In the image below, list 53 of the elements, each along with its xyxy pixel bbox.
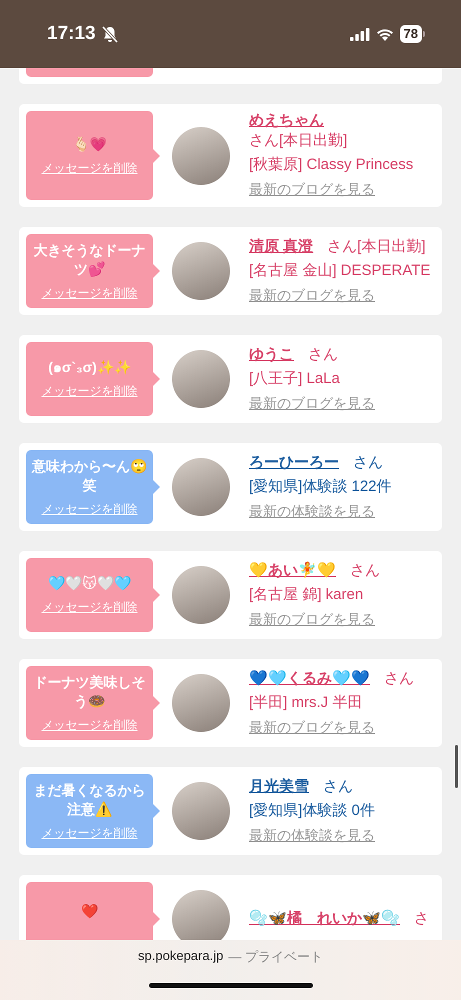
- message-text: まだ暑くなるから注意⚠: [32, 780, 146, 818]
- latest-posts-link[interactable]: 最新の体験談を見る: [249, 826, 375, 842]
- honorific-text: さん: [308, 344, 338, 364]
- profile-name-link[interactable]: 月光美雪: [249, 776, 309, 796]
- scrollbar: [455, 745, 458, 788]
- honorific-text: さん: [353, 452, 383, 472]
- honorific-text: さん[本日出勤]: [249, 131, 348, 151]
- delete-message-link[interactable]: メッセージを削除: [42, 599, 138, 616]
- shop-info-text: [半田] mrs.J 半田: [249, 692, 364, 712]
- battery-level: 78: [400, 25, 422, 43]
- domain-text[interactable]: sp.pokepara.jp: [138, 948, 224, 966]
- latest-posts-link[interactable]: 最新のブログを見る: [249, 394, 375, 410]
- profile-name-link[interactable]: 💛あい🧚💛: [249, 560, 336, 580]
- message-text: 意味わから〜ん🙄笑: [30, 456, 148, 494]
- message-text: 大きそうなドーナツ💕: [32, 240, 146, 278]
- profile-name-link[interactable]: 💙🩵くるみ🩵💙: [249, 668, 370, 688]
- latest-posts-link[interactable]: 最新のブログを見る: [249, 286, 375, 302]
- profile-name-link[interactable]: 清原 真澄: [249, 236, 314, 256]
- signal-icon: [350, 28, 370, 40]
- message-text: ドーナツ美味しそう🍩: [32, 672, 146, 710]
- clock-time: 17:13: [47, 23, 96, 45]
- delete-message-link[interactable]: メッセージを削除: [42, 284, 138, 302]
- message-text: 🫰🏻💗: [72, 134, 106, 154]
- message-text: 🩵🤍😽🤍🩵: [48, 574, 131, 593]
- honorific-text: さん: [384, 668, 414, 688]
- honorific-text: さ: [414, 909, 429, 929]
- private-mode-text: — プライベート: [228, 948, 323, 966]
- latest-posts-link[interactable]: 最新のブログを見る: [249, 610, 375, 626]
- message-text: (๑σ`₃σ)✨✨: [48, 358, 131, 377]
- honorific-text: さん: [323, 776, 353, 796]
- profile-name-link[interactable]: めえちゃん: [249, 111, 324, 131]
- delete-message-link[interactable]: メッセージを削除: [42, 716, 138, 734]
- latest-posts-link[interactable]: 最新のブログを見る: [249, 181, 375, 197]
- profile-name-link[interactable]: ゆうこ: [249, 344, 294, 364]
- delete-message-link[interactable]: メッセージを削除: [42, 383, 138, 400]
- honorific-text: さん[本日出勤]: [327, 236, 426, 256]
- message-text: ❤: [81, 902, 98, 921]
- shop-info-text: [愛知県]体験談 122件: [249, 476, 393, 496]
- honorific-text: さん: [350, 560, 380, 580]
- delete-message-link[interactable]: メッセージを削除: [42, 160, 138, 176]
- shop-info-text: [名古屋 錦] karen: [249, 584, 364, 604]
- wifi-icon: [376, 28, 394, 40]
- profile-name-link[interactable]: ろーひーろー: [249, 452, 339, 472]
- latest-posts-link[interactable]: 最新の体験談を見る: [249, 502, 375, 518]
- shop-info-text: [秋葉原] Classy Princess: [249, 155, 414, 175]
- profile-name-link[interactable]: 🫧🦋橘 れいか🦋🫧: [249, 909, 400, 929]
- delete-message-link[interactable]: メッセージを削除: [42, 500, 138, 518]
- bell-slash-icon: [102, 26, 118, 42]
- delete-message-link[interactable]: メッセージを削除: [42, 824, 138, 842]
- latest-posts-link[interactable]: 最新のブログを見る: [249, 718, 375, 734]
- shop-info-text: [名古屋 金山] DESPERATE: [249, 260, 431, 280]
- shop-info-text: [八王子] LaLa: [249, 368, 341, 388]
- shop-info-text: [愛知県]体験談 0件: [249, 800, 376, 820]
